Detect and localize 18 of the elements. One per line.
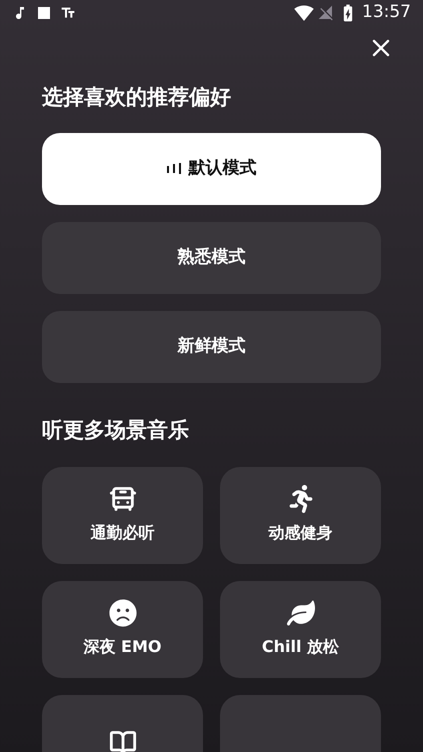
book-icon (108, 729, 136, 752)
section-title: 听更多场景音乐 (42, 417, 190, 444)
sad-face-icon (108, 599, 136, 627)
wifi-icon (294, 2, 314, 23)
no-sim-icon (318, 4, 334, 21)
mode-option[interactable]: 新鲜模式 (42, 311, 381, 383)
section-title: 选择喜欢的推荐偏好 (42, 84, 232, 110)
leaf-icon (286, 599, 314, 627)
running-person-icon (286, 485, 314, 513)
mode-option[interactable]: 熟悉模式 (42, 222, 381, 294)
playing-bars-icon (166, 163, 180, 175)
mode-option[interactable]: 默认模式 (42, 133, 381, 205)
bus-icon (108, 485, 136, 513)
scene-card[interactable]: Chill 放松 (220, 580, 381, 678)
scene-card[interactable]: 深夜 EMO (42, 580, 203, 678)
status-time: 13:57 (362, 1, 411, 24)
scene-card[interactable]: 通勤必听 (42, 466, 203, 564)
scene-card[interactable]: 动感健身 (220, 466, 381, 564)
